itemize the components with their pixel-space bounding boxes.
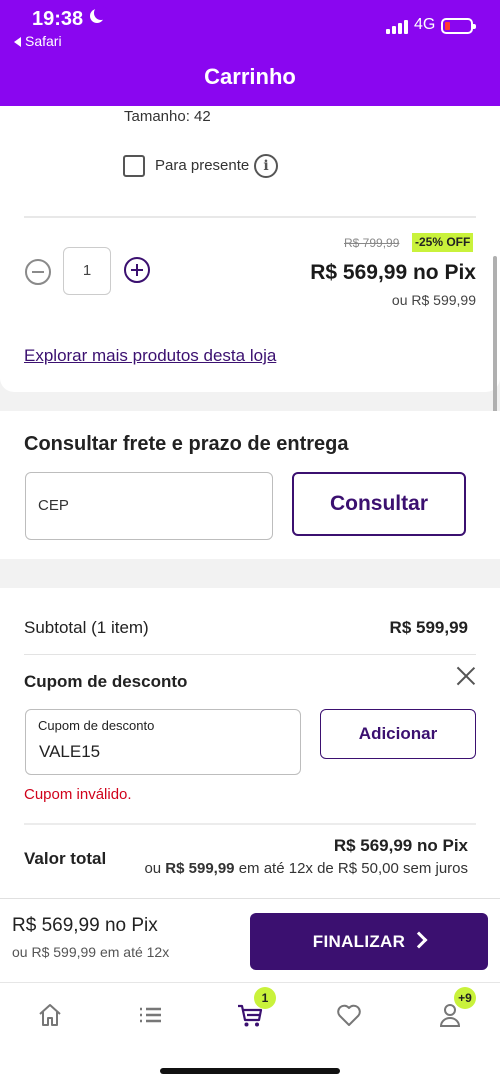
decrease-quantity-button[interactable]	[25, 259, 51, 285]
pix-price: R$ 569,99 no Pix	[310, 261, 476, 284]
tab-home[interactable]	[30, 997, 70, 1037]
total-label: Valor total	[24, 849, 107, 868]
gift-checkbox[interactable]	[123, 155, 145, 177]
account-notification-badge: +9	[454, 987, 476, 1009]
quantity-input[interactable]: 1	[63, 247, 111, 295]
checkout-bar: R$ 569,99 no Pix ou R$ 599,99 em até 12x…	[0, 898, 500, 982]
freight-card: Consultar frete e prazo de entrega CEP C…	[0, 411, 500, 559]
discount-badge: -25% OFF	[412, 233, 474, 252]
summary-card: Subtotal (1 item) R$ 599,99 Cupom de des…	[0, 588, 500, 898]
coupon-input[interactable]: Cupom de desconto VALE15	[25, 709, 301, 775]
coupon-title: Cupom de desconto	[24, 672, 188, 691]
moon-icon	[90, 6, 108, 23]
card-price: ou R$ 599,99	[391, 292, 476, 308]
cart-count-badge: 1	[254, 987, 276, 1009]
divider	[24, 216, 476, 218]
total-amount: R$ 599,99	[165, 860, 235, 877]
total-prefix: ou	[144, 860, 162, 877]
total-suffix: em até 12x de R$ 50,00 sem juros	[238, 860, 468, 877]
product-card: Tamanho: 42 Para presente i 1 R$ 799,99 …	[0, 106, 500, 468]
coupon-error: Cupom inválido.	[24, 786, 132, 803]
subtotal-value: R$ 599,99	[389, 618, 468, 637]
increase-quantity-button[interactable]	[124, 257, 150, 283]
coupon-value[interactable]: VALE15	[39, 742, 100, 762]
gift-label: Para presente	[155, 157, 250, 174]
tab-favorites[interactable]	[329, 997, 369, 1037]
top-bar: 19:38 Safari 4G Carrinho	[0, 0, 500, 106]
divider	[24, 823, 476, 825]
home-indicator	[160, 1068, 340, 1074]
heart-icon	[337, 1004, 361, 1026]
tab-bar: 1 +9	[0, 982, 500, 1082]
status-time: 19:38	[32, 8, 84, 30]
total-installments: ou R$ 599,99 em até 12x de R$ 50,00 sem …	[144, 860, 468, 877]
add-coupon-button[interactable]: Adicionar	[320, 709, 476, 759]
tab-account[interactable]: +9	[430, 987, 476, 1037]
home-icon	[39, 1004, 61, 1026]
finalize-label: FINALIZAR	[312, 932, 406, 951]
divider	[24, 654, 476, 655]
finalize-button[interactable]: FINALIZAR	[250, 913, 488, 970]
network-label: 4G	[414, 16, 436, 33]
back-to-safari[interactable]: Safari	[14, 33, 62, 49]
back-label: Safari	[25, 33, 62, 49]
info-icon[interactable]: i	[254, 154, 278, 178]
close-icon[interactable]	[456, 666, 476, 686]
page-title: Carrinho	[204, 64, 296, 89]
signal-icon	[386, 20, 410, 34]
bar-pix-price: R$ 569,99 no Pix	[12, 915, 158, 936]
size-label: Tamanho: 42	[124, 108, 211, 125]
back-arrow-icon	[14, 37, 21, 48]
cep-input[interactable]: CEP	[25, 472, 273, 540]
explore-store-link[interactable]: Explorar mais produtos desta loja	[24, 346, 276, 366]
tab-categories[interactable]	[130, 997, 170, 1037]
bar-installments: ou R$ 599,99 em até 12x	[12, 944, 170, 960]
battery-icon	[441, 18, 476, 34]
freight-title: Consultar frete e prazo de entrega	[24, 433, 349, 455]
tab-cart[interactable]: 1	[230, 987, 276, 1037]
chevron-right-icon	[410, 931, 428, 949]
old-price: R$ 799,99	[344, 236, 400, 250]
coupon-field-label: Cupom de desconto	[38, 718, 155, 733]
total-pix-price: R$ 569,99 no Pix	[333, 836, 468, 855]
list-icon	[140, 1007, 161, 1023]
consult-button[interactable]: Consultar	[292, 472, 466, 536]
subtotal-label: Subtotal (1 item)	[24, 618, 149, 637]
